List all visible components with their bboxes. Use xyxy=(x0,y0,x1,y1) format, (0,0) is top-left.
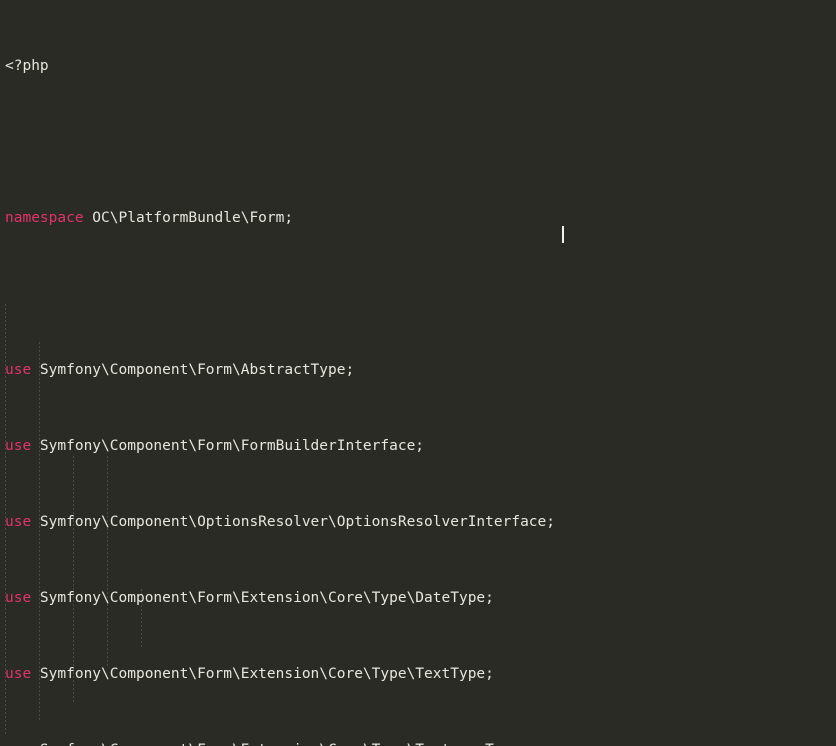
code-line-3: namespace OC\PlatformBundle\Form; xyxy=(5,210,294,226)
keyword-use: use xyxy=(5,514,32,530)
code-line-6: use Symfony\Component\Form\FormBuilderIn… xyxy=(5,438,425,454)
code-line-10: use Symfony\Component\Form\Extension\Cor… xyxy=(5,741,712,746)
code-line-1: <?php xyxy=(5,57,712,76)
keyword-use: use xyxy=(5,742,31,746)
text-caret xyxy=(562,226,564,243)
keyword-use: use xyxy=(5,666,32,682)
keyword-use: use xyxy=(5,438,32,454)
code-editor[interactable]: <?php namespace OC\PlatformBundle\Form; … xyxy=(0,0,836,746)
keyword-namespace: namespace xyxy=(5,210,84,226)
code-line-8: use Symfony\Component\Form\Extension\Cor… xyxy=(5,590,494,606)
code-line-9: use Symfony\Component\Form\Extension\Cor… xyxy=(5,666,494,682)
php-open-tag: <?php xyxy=(5,58,49,74)
code-content[interactable]: <?php namespace OC\PlatformBundle\Form; … xyxy=(5,0,712,746)
keyword-use: use xyxy=(5,590,32,606)
keyword-use: use xyxy=(5,362,32,378)
code-line-5: use Symfony\Component\Form\AbstractType; xyxy=(5,362,355,378)
code-line-7: use Symfony\Component\OptionsResolver\Op… xyxy=(5,514,555,530)
